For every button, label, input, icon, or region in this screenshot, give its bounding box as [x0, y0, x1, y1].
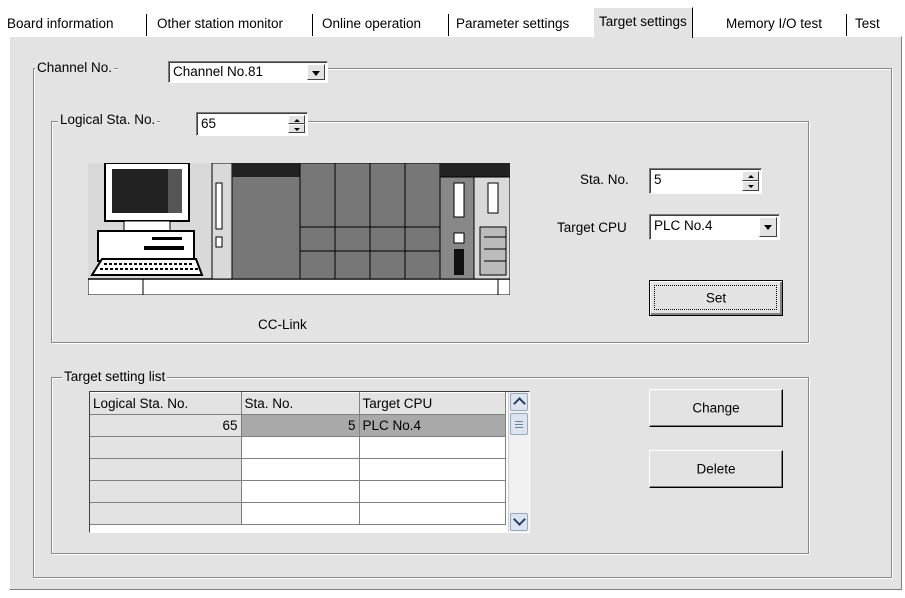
arrow-down-icon [748, 185, 754, 188]
network-caption: CC-Link [258, 317, 307, 332]
table-row[interactable]: 65 5 PLC No.4 [90, 414, 506, 437]
tab-divider [312, 14, 313, 36]
arrow-up-icon [294, 119, 300, 122]
table-cell-target-cpu [359, 502, 506, 525]
chevron-down-icon [764, 225, 772, 230]
column-header-sta-no[interactable]: Sta. No. [241, 392, 360, 415]
column-header-target-cpu[interactable]: Target CPU [359, 392, 506, 415]
tab-parameter-settings[interactable]: Parameter settings [451, 12, 574, 36]
table-cell-target-cpu [359, 480, 506, 503]
logical-sta-value: 65 [201, 116, 217, 131]
table-row[interactable] [90, 480, 506, 503]
target-list-label: Target setting list [62, 369, 168, 384]
tab-board-information[interactable]: Board information [2, 12, 119, 36]
tab-test[interactable]: Test [850, 12, 885, 36]
tab-divider [846, 14, 847, 36]
tab-online-operation[interactable]: Online operation [317, 12, 426, 36]
sta-no-value: 5 [654, 172, 662, 187]
grip-line [515, 421, 523, 422]
table-row[interactable] [90, 458, 506, 481]
chevron-up-icon [513, 397, 526, 410]
delete-button-label: Delete [696, 461, 736, 477]
table-cell-logical-sta [90, 436, 242, 459]
set-button[interactable]: Set [649, 280, 783, 316]
pc-plc-diagram-icon [87, 162, 511, 296]
channel-dropdown-button[interactable] [307, 64, 325, 80]
table-header-row: Logical Sta. No. Sta. No. Target CPU [90, 392, 506, 415]
tab-divider [448, 14, 449, 36]
table-cell-sta-no: 5 [241, 414, 360, 437]
table-row[interactable] [90, 502, 506, 525]
table-cell-sta-no [241, 436, 360, 459]
system-illustration [87, 162, 511, 296]
column-header-logical-sta[interactable]: Logical Sta. No. [90, 392, 242, 415]
spin-down-button[interactable] [288, 124, 305, 133]
target-cpu-value: PLC No.4 [654, 218, 713, 233]
sta-no-input[interactable]: 5 [649, 168, 762, 194]
table-cell-target-cpu [359, 458, 506, 481]
label-gap [160, 112, 196, 132]
logical-sta-spinner[interactable] [288, 115, 305, 133]
tab-memory-io-test[interactable]: Memory I/O test [721, 12, 827, 36]
table-cell-logical-sta [90, 458, 242, 481]
grid-vertical-scrollbar[interactable] [508, 392, 529, 532]
change-button-label: Change [692, 400, 740, 416]
delete-button[interactable]: Delete [649, 450, 783, 488]
logical-sta-input[interactable]: 65 [196, 112, 308, 136]
scroll-thumb[interactable] [510, 413, 528, 435]
table-cell-sta-no [241, 502, 360, 525]
channel-label: Channel No. [35, 60, 115, 75]
tab-target-settings[interactable]: Target settings [593, 7, 693, 38]
chevron-down-icon [312, 71, 320, 76]
table-cell-logical-sta [90, 502, 242, 525]
table-cell-target-cpu: PLC No.4 [359, 414, 506, 437]
scroll-down-button[interactable] [510, 513, 528, 531]
target-cpu-label: Target CPU [557, 220, 627, 235]
grip-line [515, 427, 523, 428]
label-gap [118, 60, 168, 80]
table-cell-logical-sta: 65 [90, 414, 242, 437]
logical-sta-label: Logical Sta. No. [58, 112, 158, 127]
channel-select-value: Channel No.81 [173, 64, 264, 79]
channel-select[interactable]: Channel No.81 [168, 61, 328, 83]
target-setting-table: Logical Sta. No. Sta. No. Target CPU 65 … [90, 392, 506, 525]
arrow-down-icon [294, 128, 300, 131]
table-cell-sta-no [241, 458, 360, 481]
target-cpu-select[interactable]: PLC No.4 [649, 214, 780, 240]
set-button-label: Set [705, 290, 727, 306]
scroll-up-button[interactable] [510, 393, 528, 411]
tab-other-station-monitor[interactable]: Other station monitor [152, 12, 288, 36]
table-cell-logical-sta [90, 480, 242, 503]
target-cpu-dropdown-button[interactable] [759, 217, 777, 237]
table-cell-target-cpu [359, 436, 506, 459]
sta-no-spinner[interactable] [742, 171, 759, 191]
sta-no-label: Sta. No. [580, 172, 629, 187]
table-cell-sta-no [241, 480, 360, 503]
spin-up-button[interactable] [742, 171, 759, 181]
arrow-up-icon [748, 175, 754, 178]
grip-line [515, 424, 523, 425]
target-setting-grid[interactable]: Logical Sta. No. Sta. No. Target CPU 65 … [89, 391, 530, 533]
table-row[interactable] [90, 436, 506, 459]
chevron-down-icon [513, 513, 526, 526]
change-button[interactable]: Change [649, 389, 783, 427]
tab-divider [146, 14, 147, 36]
spin-up-button[interactable] [288, 115, 305, 124]
spin-down-button[interactable] [742, 181, 759, 191]
